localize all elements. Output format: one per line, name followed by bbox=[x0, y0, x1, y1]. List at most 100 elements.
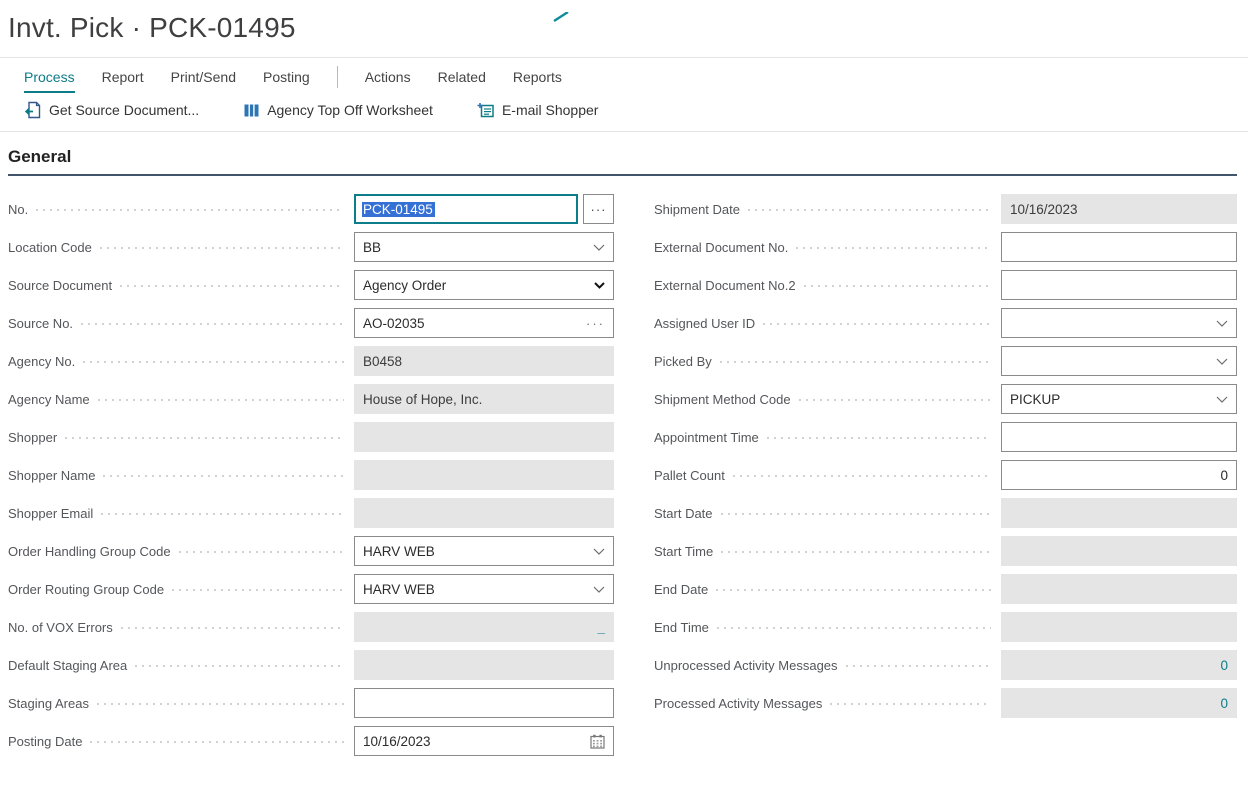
dotted-leader bbox=[100, 247, 344, 249]
field-label: Assigned User ID bbox=[654, 316, 755, 331]
dotted-leader bbox=[65, 437, 344, 439]
dotted-leader bbox=[83, 361, 344, 363]
field-start-date: Start Date bbox=[654, 498, 1237, 528]
form-left-column: No. PCK-01495 ··· Location Code BB bbox=[8, 194, 614, 764]
field-label: Location Code bbox=[8, 240, 92, 255]
field-processed-activity-messages: Processed Activity Messages 0 bbox=[654, 688, 1237, 718]
field-label: External Document No. bbox=[654, 240, 788, 255]
field-label: Start Time bbox=[654, 544, 713, 559]
assist-edit-dots[interactable]: ··· bbox=[586, 316, 605, 331]
invt-pick-card-page: Invt. Pick · PCK-01495 Process Report Pr… bbox=[0, 12, 1248, 812]
staging-areas-input[interactable] bbox=[354, 688, 614, 718]
picked-by-select[interactable] bbox=[1001, 346, 1237, 376]
field-label: Shopper bbox=[8, 430, 57, 445]
field-label: Staging Areas bbox=[8, 696, 89, 711]
general-form: No. PCK-01495 ··· Location Code BB bbox=[8, 194, 1237, 764]
no-input[interactable]: PCK-01495 bbox=[354, 194, 578, 224]
tab-related[interactable]: Related bbox=[438, 61, 486, 93]
field-label: Start Date bbox=[654, 506, 713, 521]
chevron-down-icon bbox=[1216, 396, 1228, 403]
shipment-date-field: 10/16/2023 bbox=[1001, 194, 1237, 224]
field-label: Unprocessed Activity Messages bbox=[654, 658, 838, 673]
chevron-down-icon bbox=[593, 586, 605, 593]
field-order-handling-group-code: Order Handling Group Code HARV WEB bbox=[8, 536, 614, 566]
dotted-leader bbox=[90, 741, 344, 743]
shopper-field bbox=[354, 422, 614, 452]
field-external-document-no-2: External Document No.2 bbox=[654, 270, 1237, 300]
field-no: No. PCK-01495 ··· bbox=[8, 194, 614, 224]
field-shopper: Shopper bbox=[8, 422, 614, 452]
tab-posting[interactable]: Posting bbox=[263, 61, 310, 93]
dotted-leader bbox=[120, 285, 344, 287]
order-routing-group-code-select[interactable]: HARV WEB bbox=[354, 574, 614, 604]
start-date-field bbox=[1001, 498, 1237, 528]
external-document-no-input[interactable] bbox=[1001, 232, 1237, 262]
agency-top-off-worksheet-button[interactable]: Agency Top Off Worksheet bbox=[243, 102, 433, 119]
general-section-header[interactable]: General bbox=[8, 147, 1237, 176]
tab-process[interactable]: Process bbox=[24, 61, 75, 93]
get-source-document-icon bbox=[24, 101, 42, 119]
tab-reports[interactable]: Reports bbox=[513, 61, 562, 93]
dotted-leader bbox=[121, 627, 344, 629]
no-of-vox-errors-field[interactable]: _ bbox=[354, 612, 614, 642]
field-label: Source Document bbox=[8, 278, 112, 293]
location-code-select[interactable]: BB bbox=[354, 232, 614, 262]
page-title: Invt. Pick · PCK-01495 bbox=[8, 12, 1248, 44]
posting-date-input[interactable]: 10/16/2023 bbox=[354, 726, 614, 756]
pallet-count-input[interactable]: 0 bbox=[1001, 460, 1237, 490]
actionbar-divider bbox=[0, 131, 1248, 132]
shopper-name-field bbox=[354, 460, 614, 490]
field-location-code: Location Code BB bbox=[8, 232, 614, 262]
dotted-leader bbox=[179, 551, 344, 553]
end-date-field bbox=[1001, 574, 1237, 604]
dotted-leader bbox=[101, 513, 344, 515]
external-document-no-2-input[interactable] bbox=[1001, 270, 1237, 300]
field-pallet-count: Pallet Count 0 bbox=[654, 460, 1237, 490]
field-label: External Document No.2 bbox=[654, 278, 796, 293]
field-agency-name: Agency Name House of Hope, Inc. bbox=[8, 384, 614, 414]
field-label: Source No. bbox=[8, 316, 73, 331]
worksheet-icon bbox=[243, 102, 260, 119]
field-shipment-method-code: Shipment Method Code PICKUP bbox=[654, 384, 1237, 414]
email-icon bbox=[477, 102, 495, 119]
email-shopper-button[interactable]: E-mail Shopper bbox=[477, 102, 599, 119]
action-bar: Get Source Document... Agency Top Off Wo… bbox=[0, 95, 1248, 131]
field-label: Shopper Name bbox=[8, 468, 95, 483]
tab-print-send[interactable]: Print/Send bbox=[171, 61, 236, 93]
edit-pencil-icon[interactable] bbox=[552, 12, 572, 22]
get-source-document-button[interactable]: Get Source Document... bbox=[24, 101, 199, 119]
field-label: Shipment Method Code bbox=[654, 392, 791, 407]
calendar-icon[interactable] bbox=[590, 734, 605, 749]
dotted-leader bbox=[172, 589, 344, 591]
unprocessed-activity-messages-field[interactable]: 0 bbox=[1001, 650, 1237, 680]
dotted-leader bbox=[97, 703, 344, 705]
field-label: Agency Name bbox=[8, 392, 90, 407]
field-source-document: Source Document Agency Order bbox=[8, 270, 614, 300]
assist-edit-button[interactable]: ··· bbox=[583, 194, 614, 224]
assigned-user-id-select[interactable] bbox=[1001, 308, 1237, 338]
dotted-leader bbox=[720, 361, 991, 363]
order-handling-group-code-select[interactable]: HARV WEB bbox=[354, 536, 614, 566]
action-label: E-mail Shopper bbox=[502, 102, 599, 118]
field-source-no: Source No. AO-02035 ··· bbox=[8, 308, 614, 338]
field-agency-no: Agency No. B0458 bbox=[8, 346, 614, 376]
dotted-leader bbox=[763, 323, 991, 325]
shipment-method-code-select[interactable]: PICKUP bbox=[1001, 384, 1237, 414]
processed-activity-messages-field[interactable]: 0 bbox=[1001, 688, 1237, 718]
field-staging-areas: Staging Areas bbox=[8, 688, 614, 718]
dotted-leader bbox=[799, 399, 991, 401]
tab-report[interactable]: Report bbox=[102, 61, 144, 93]
field-label: End Date bbox=[654, 582, 708, 597]
source-no-input[interactable]: AO-02035 ··· bbox=[354, 308, 614, 338]
field-label: Processed Activity Messages bbox=[654, 696, 822, 711]
field-posting-date: Posting Date 10/16/2023 bbox=[8, 726, 614, 756]
dotted-leader bbox=[81, 323, 344, 325]
field-start-time: Start Time bbox=[654, 536, 1237, 566]
appointment-time-input[interactable] bbox=[1001, 422, 1237, 452]
tab-actions[interactable]: Actions bbox=[365, 61, 411, 93]
shopper-email-field bbox=[354, 498, 614, 528]
source-document-select[interactable]: Agency Order bbox=[354, 270, 614, 300]
field-label: Appointment Time bbox=[654, 430, 759, 445]
field-label: Posting Date bbox=[8, 734, 82, 749]
agency-name-field: House of Hope, Inc. bbox=[354, 384, 614, 414]
